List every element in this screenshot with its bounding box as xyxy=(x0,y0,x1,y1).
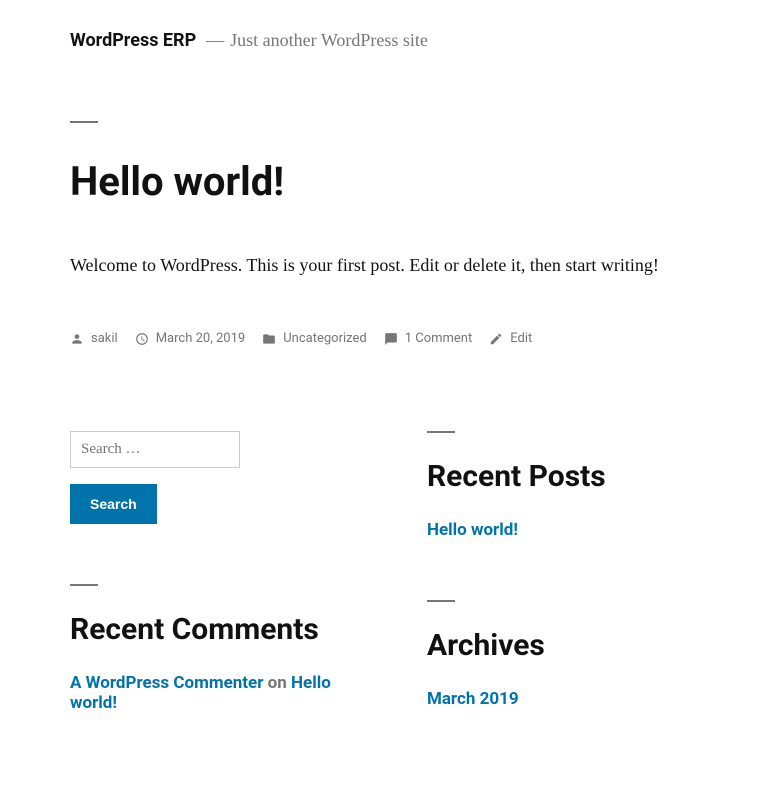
archive-link[interactable]: March 2019 xyxy=(427,689,519,709)
widget-column-left: Search Recent Comments A WordPress Comme… xyxy=(70,431,377,773)
archives-title: Archives xyxy=(427,628,706,663)
title-divider xyxy=(70,121,98,123)
meta-date: March 20, 2019 xyxy=(135,331,246,346)
search-widget: Search xyxy=(70,431,377,524)
widget-divider xyxy=(427,431,455,433)
recent-posts-widget: Recent Posts Hello world! xyxy=(427,431,706,540)
archives-widget: Archives March 2019 xyxy=(427,600,706,709)
widget-column-right: Recent Posts Hello world! Archives March… xyxy=(427,431,706,773)
comment-icon xyxy=(384,332,398,346)
meta-author: sakil xyxy=(70,331,118,346)
meta-edit: Edit xyxy=(489,331,532,346)
recent-post-link[interactable]: Hello world! xyxy=(427,520,518,540)
site-header: WordPress ERP — Just another WordPress s… xyxy=(70,30,706,51)
recent-posts-title: Recent Posts xyxy=(427,459,706,494)
search-button[interactable]: Search xyxy=(70,484,157,524)
meta-comments: 1 Comment xyxy=(384,331,473,346)
widget-divider xyxy=(70,584,98,586)
author-link[interactable]: sakil xyxy=(91,331,118,346)
list-item: A WordPress Commenter on Hello world! xyxy=(70,673,377,713)
comments-link[interactable]: 1 Comment xyxy=(405,331,473,346)
list-item: March 2019 xyxy=(427,689,706,709)
date-link[interactable]: March 20, 2019 xyxy=(156,331,246,346)
widget-divider xyxy=(427,600,455,602)
category-link[interactable]: Uncategorized xyxy=(283,331,366,346)
post-meta: sakil March 20, 2019 Uncategorized 1 Com… xyxy=(70,331,706,346)
site-title-link[interactable]: WordPress ERP xyxy=(70,30,196,51)
recent-comments-title: Recent Comments xyxy=(70,612,377,647)
search-input[interactable] xyxy=(70,431,240,468)
person-icon xyxy=(70,332,84,346)
footer-widgets: Search Recent Comments A WordPress Comme… xyxy=(70,431,706,773)
folder-icon xyxy=(262,332,276,346)
meta-category: Uncategorized xyxy=(262,331,366,346)
comment-on-text: on xyxy=(268,673,287,693)
post-title[interactable]: Hello world! xyxy=(70,158,706,205)
edit-link[interactable]: Edit xyxy=(510,331,532,346)
site-tagline: Just another WordPress site xyxy=(230,30,428,51)
clock-icon xyxy=(135,332,149,346)
pencil-icon xyxy=(489,332,503,346)
list-item: Hello world! xyxy=(427,520,706,540)
recent-comments-widget: Recent Comments A WordPress Commenter on… xyxy=(70,584,377,713)
comment-author-link[interactable]: A WordPress Commenter xyxy=(70,673,263,693)
post-content: Welcome to WordPress. This is your first… xyxy=(70,255,706,276)
tagline-separator: — xyxy=(206,30,224,51)
post: Hello world! Welcome to WordPress. This … xyxy=(70,121,706,346)
